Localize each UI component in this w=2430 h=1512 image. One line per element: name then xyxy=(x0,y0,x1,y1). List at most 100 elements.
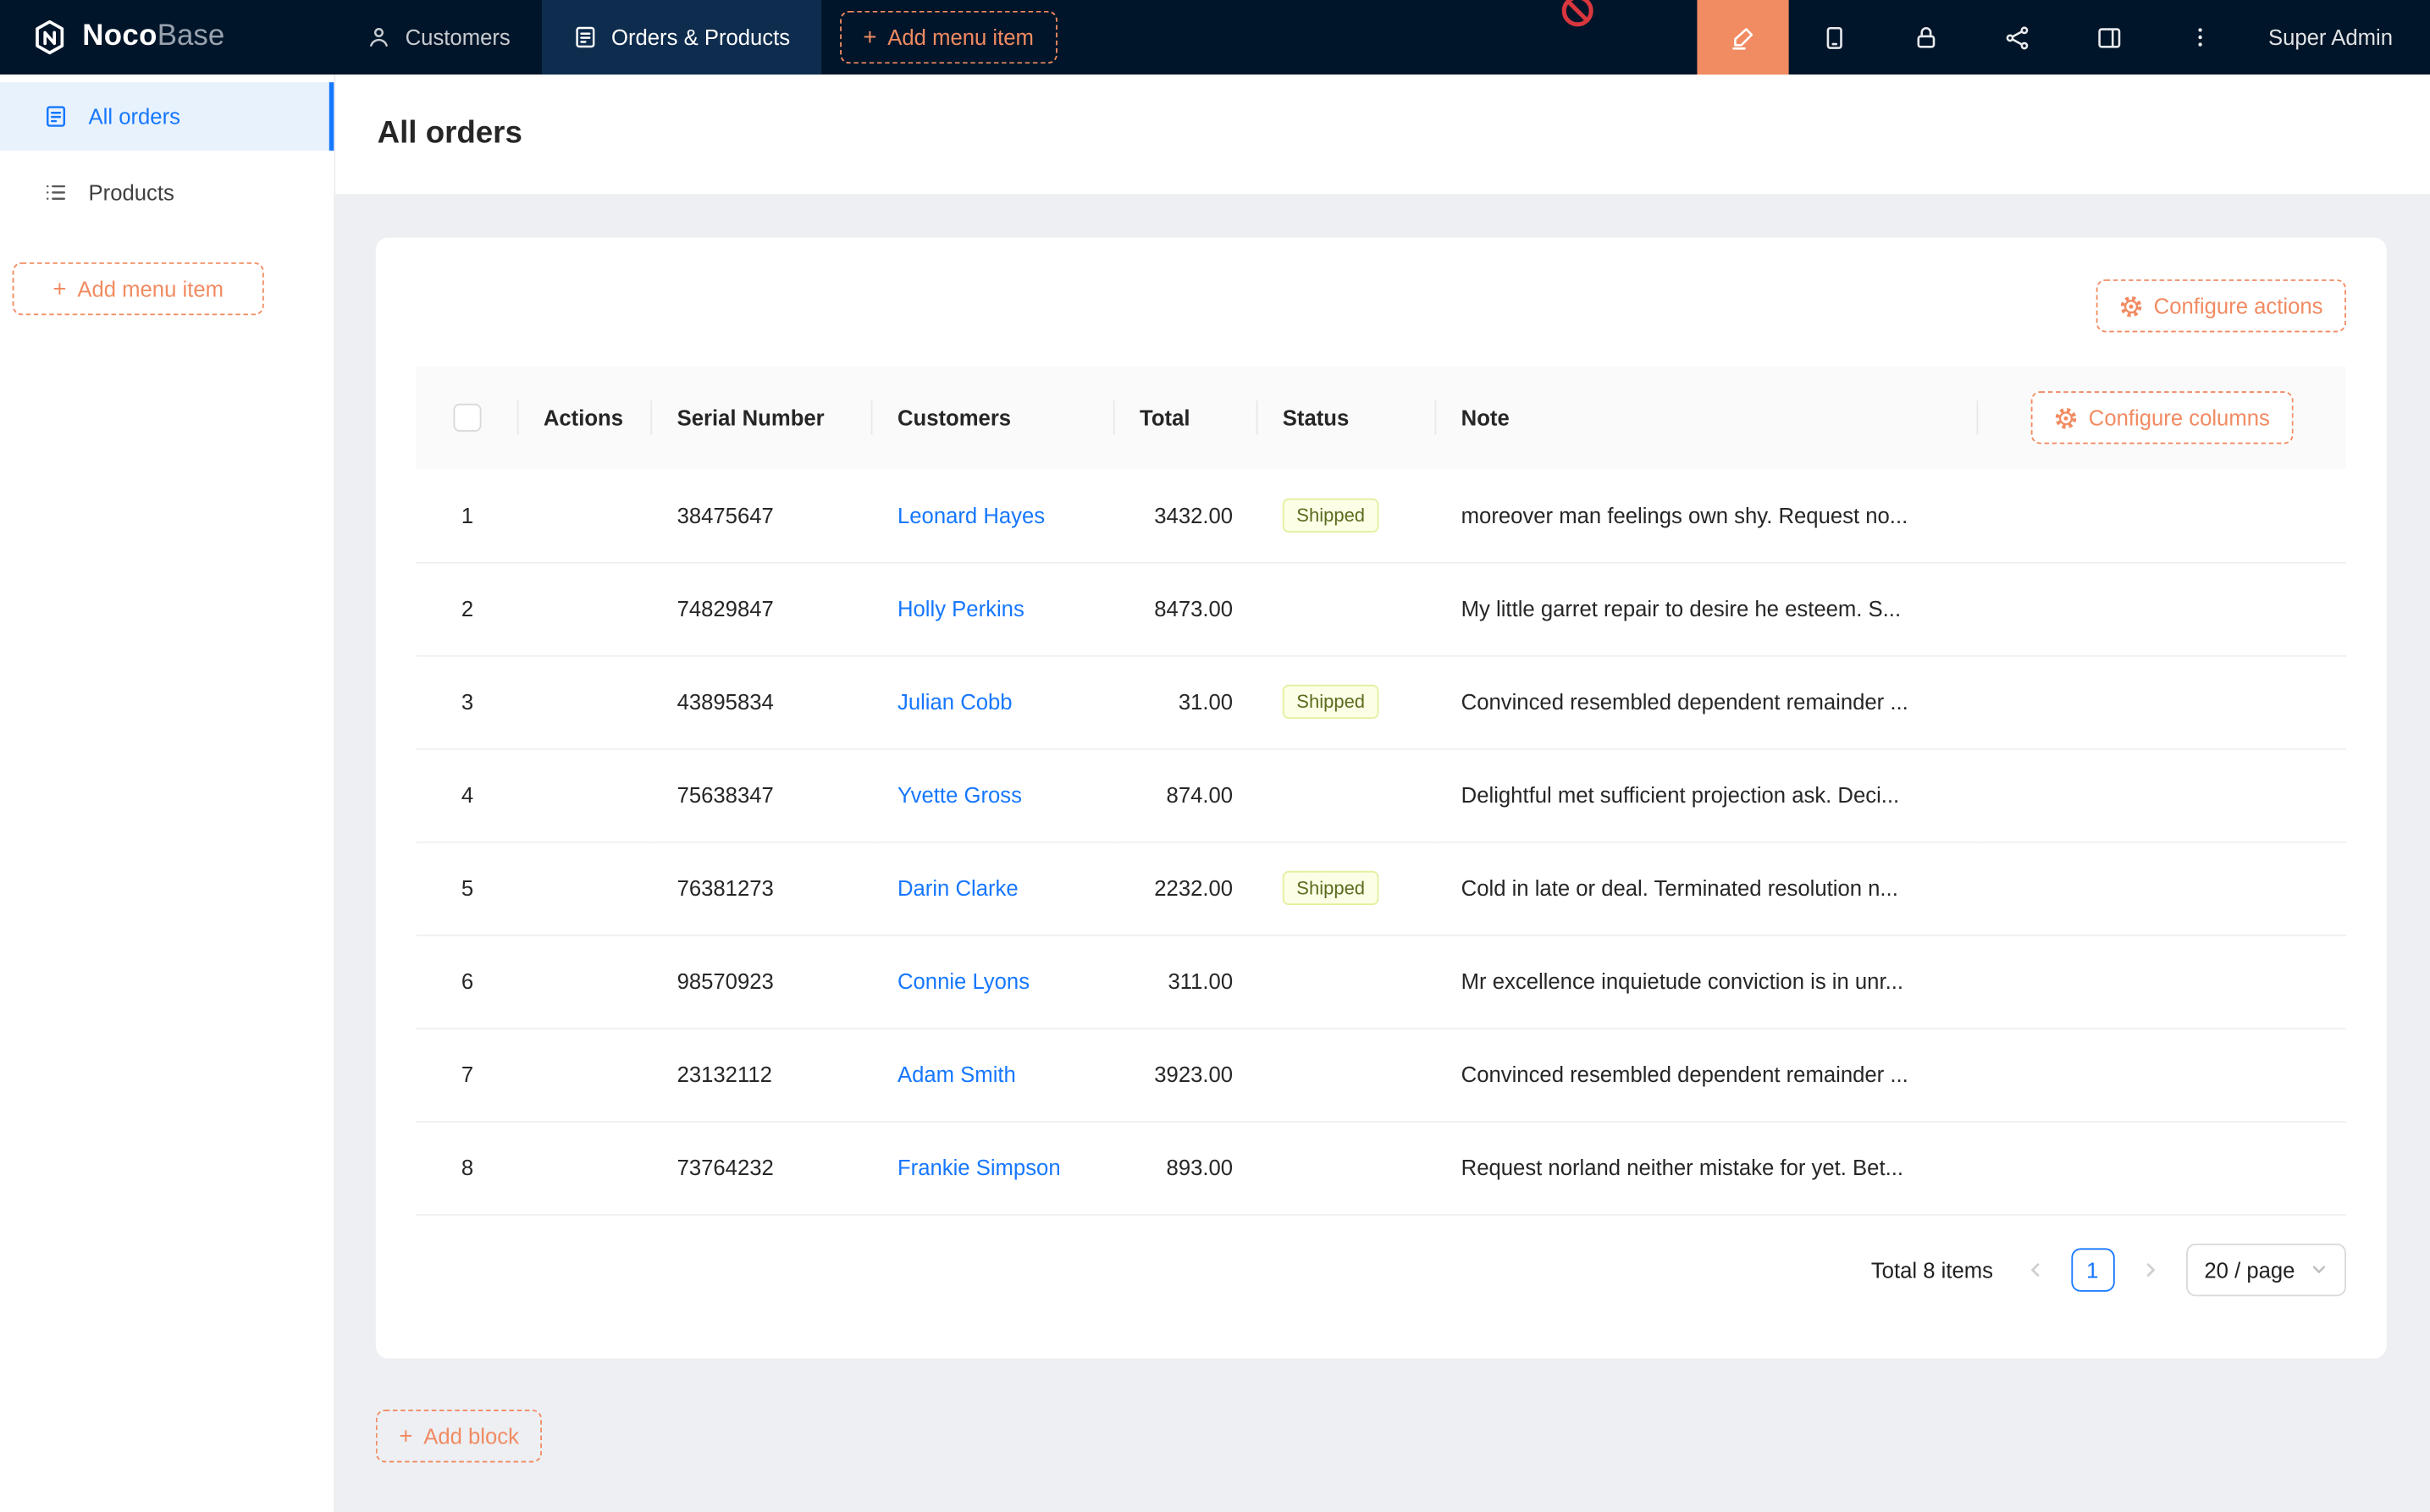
lock-icon xyxy=(1913,24,1939,50)
row-config-cell xyxy=(1978,1028,2346,1121)
person-icon xyxy=(367,25,391,49)
page-title: All orders xyxy=(378,117,522,152)
customer-link[interactable]: Leonard Hayes xyxy=(897,503,1045,527)
form-icon xyxy=(572,25,597,49)
block-actions-bar: Configure actions xyxy=(416,279,2346,332)
more-actions-button[interactable] xyxy=(2155,0,2246,74)
row-total-cell: 31.00 xyxy=(1115,655,1258,748)
logo-text: NocoBase xyxy=(82,20,224,54)
configure-actions-button[interactable]: Configure actions xyxy=(2096,279,2346,332)
row-note-cell: Cold in late or deal. Terminated resolut… xyxy=(1436,842,1978,935)
row-note-cell: Request norland neither mistake for yet.… xyxy=(1436,1121,1978,1214)
nav-add-menu-item-button[interactable]: + Add menu item xyxy=(840,11,1058,63)
gear-icon xyxy=(2054,406,2078,430)
row-config-cell xyxy=(1978,562,2346,655)
next-page-button[interactable] xyxy=(2129,1248,2172,1291)
nav-tab-label: Customers xyxy=(406,25,511,49)
customer-link[interactable]: Yvette Gross xyxy=(897,782,1022,807)
table-row: 2 74829847 Holly Perkins 8473.00 My litt… xyxy=(416,562,2346,655)
sidebar-item-label: Products xyxy=(89,180,174,205)
user-menu[interactable]: Super Admin xyxy=(2246,0,2430,74)
page-number-button[interactable]: 1 xyxy=(2071,1248,2114,1291)
table-header-row: Actions Serial Number Customers Total St… xyxy=(416,367,2346,469)
row-index-cell: 1 xyxy=(416,469,518,562)
row-serial-cell: 75638347 xyxy=(652,748,872,842)
row-note-cell: Delightful met sufficient projection ask… xyxy=(1436,748,1978,842)
row-customer-cell: Yvette Gross xyxy=(873,748,1115,842)
top-navbar: NocoBase Customers Orders & Products + A… xyxy=(0,0,2430,74)
row-serial-cell: 23132112 xyxy=(652,1028,872,1121)
mobile-designer-button[interactable] xyxy=(1788,0,1880,74)
customer-link[interactable]: Julian Cobb xyxy=(897,689,1013,714)
column-header-customers: Customers xyxy=(873,367,1115,469)
main-area: All orders Configure actions xyxy=(335,74,2430,1512)
sidebar-item-label: All orders xyxy=(89,104,180,129)
add-block-button[interactable]: + Add block xyxy=(376,1410,543,1462)
customer-link[interactable]: Holly Perkins xyxy=(897,596,1024,621)
select-all-checkbox[interactable] xyxy=(453,404,481,432)
row-serial-cell: 38475647 xyxy=(652,469,872,562)
row-status-cell xyxy=(1257,1028,1436,1121)
nocobase-logo[interactable]: NocoBase xyxy=(0,0,335,74)
order-file-icon xyxy=(43,104,68,129)
row-customer-cell: Frankie Simpson xyxy=(873,1121,1115,1214)
row-status-cell: Shipped xyxy=(1257,842,1436,935)
row-note-cell: Mr excellence inquietude conviction is i… xyxy=(1436,935,1978,1028)
table-row: 5 76381273 Darin Clarke 2232.00 Shipped … xyxy=(416,842,2346,935)
row-customer-cell: Holly Perkins xyxy=(873,562,1115,655)
sidebar-add-menu-item-button[interactable]: + Add menu item xyxy=(13,262,264,315)
chevron-down-icon xyxy=(2311,1261,2328,1277)
row-total-cell: 893.00 xyxy=(1115,1121,1258,1214)
navbar-spacer xyxy=(1057,0,1697,74)
configure-columns-button[interactable]: Configure columns xyxy=(2031,391,2293,444)
row-config-cell xyxy=(1978,1121,2346,1214)
row-total-cell: 3432.00 xyxy=(1115,469,1258,562)
column-header-serial-number: Serial Number xyxy=(652,367,872,469)
row-note-cell: My little garret repair to desire he est… xyxy=(1436,562,1978,655)
previous-page-button[interactable] xyxy=(2013,1248,2057,1291)
page-size-select[interactable]: 20 / page xyxy=(2185,1243,2346,1295)
table-row: 8 73764232 Frankie Simpson 893.00 Reques… xyxy=(416,1121,2346,1214)
row-total-cell: 3923.00 xyxy=(1115,1028,1258,1121)
row-serial-cell: 98570923 xyxy=(652,935,872,1028)
row-serial-cell: 43895834 xyxy=(652,655,872,748)
orders-table: Actions Serial Number Customers Total St… xyxy=(416,367,2346,1215)
ui-editor-button[interactable] xyxy=(1697,0,1788,74)
nav-tab-orders-products[interactable]: Orders & Products xyxy=(541,0,820,74)
sidebar: All orders Products + Add menu item xyxy=(0,74,335,1512)
chevron-left-icon xyxy=(2025,1260,2044,1278)
row-total-cell: 874.00 xyxy=(1115,748,1258,842)
plugins-button[interactable] xyxy=(1972,0,2063,74)
row-index-cell: 2 xyxy=(416,562,518,655)
orders-table-block: Configure actions Actions Serial Number … xyxy=(376,238,2387,1359)
customer-link[interactable]: Frankie Simpson xyxy=(897,1155,1061,1179)
page-header: All orders xyxy=(335,74,2430,194)
customer-link[interactable]: Darin Clarke xyxy=(897,875,1019,900)
row-status-cell xyxy=(1257,1121,1436,1214)
customer-link[interactable]: Connie Lyons xyxy=(897,968,1030,993)
row-actions-cell xyxy=(519,655,653,748)
row-customer-cell: Darin Clarke xyxy=(873,842,1115,935)
chevron-right-icon xyxy=(2140,1260,2159,1278)
row-serial-cell: 76381273 xyxy=(652,842,872,935)
sidebar-item-products[interactable]: Products xyxy=(0,158,334,227)
permissions-button[interactable] xyxy=(1880,0,1972,74)
nav-tab-customers[interactable]: Customers xyxy=(335,0,541,74)
settings-center-button[interactable] xyxy=(2063,0,2155,74)
row-config-cell xyxy=(1978,655,2346,748)
row-note-cell: Convinced resembled dependent remainder … xyxy=(1436,1028,1978,1121)
status-badge: Shipped xyxy=(1283,498,1379,532)
row-config-cell xyxy=(1978,469,2346,562)
tablet-icon xyxy=(1821,24,1847,50)
status-badge: Shipped xyxy=(1283,685,1379,719)
row-note-cell: Convinced resembled dependent remainder … xyxy=(1436,655,1978,748)
table-row: 3 43895834 Julian Cobb 31.00 Shipped Con… xyxy=(416,655,2346,748)
customer-link[interactable]: Adam Smith xyxy=(897,1062,1016,1086)
gear-icon xyxy=(2119,295,2143,318)
row-customer-cell: Julian Cobb xyxy=(873,655,1115,748)
row-index-cell: 4 xyxy=(416,748,518,842)
highlighter-icon xyxy=(1730,24,1756,50)
table-row: 4 75638347 Yvette Gross 874.00 Delightfu… xyxy=(416,748,2346,842)
row-serial-cell: 73764232 xyxy=(652,1121,872,1214)
sidebar-item-all-orders[interactable]: All orders xyxy=(0,82,334,151)
